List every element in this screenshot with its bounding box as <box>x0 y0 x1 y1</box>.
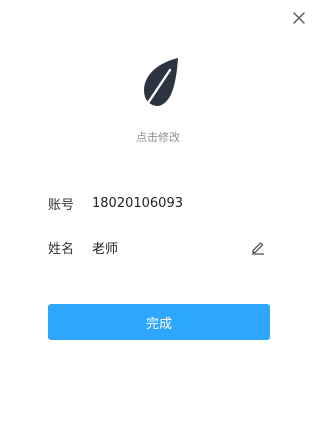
account-label: 账号 <box>48 197 75 213</box>
name-label: 姓名 <box>48 241 75 257</box>
close-icon <box>293 12 305 24</box>
feather-leaf-icon <box>140 58 178 114</box>
edit-name-button[interactable] <box>250 239 266 255</box>
account-row: 账号 18020106093 <box>48 192 270 214</box>
name-value: 老师 <box>92 241 119 257</box>
pencil-icon <box>252 242 264 255</box>
account-value: 18020106093 <box>92 195 183 211</box>
profile-dialog: 点击修改 账号 18020106093 姓名 老师 完成 <box>0 0 316 445</box>
name-row: 姓名 老师 <box>48 236 270 258</box>
avatar-change-hint[interactable]: 点击修改 <box>0 129 316 145</box>
avatar[interactable] <box>140 56 180 114</box>
close-button[interactable] <box>289 8 309 28</box>
done-button[interactable]: 完成 <box>48 304 270 340</box>
